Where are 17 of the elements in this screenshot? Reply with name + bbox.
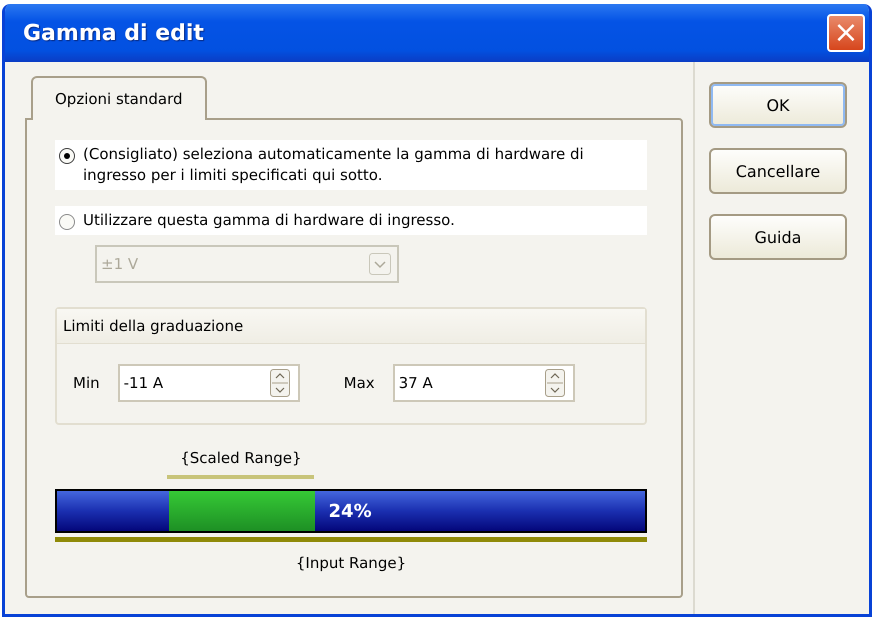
radio-button[interactable]	[59, 214, 75, 230]
dialog-button[interactable]: Cancellare	[709, 148, 847, 194]
percent-label: 24%	[328, 500, 372, 522]
spinner-arrows-icon[interactable]	[270, 369, 290, 397]
spin-field[interactable]: 37 A	[392, 364, 575, 402]
group-title: Limiti della graduazione	[57, 309, 645, 344]
window-title: Gamma di edit	[23, 20, 204, 46]
scaled-range-label: {Scaled Range}	[180, 448, 302, 469]
radio-button[interactable]	[59, 148, 75, 164]
field-label: Min	[73, 374, 100, 392]
tab[interactable]: Opzioni standard	[31, 76, 207, 120]
spin-field[interactable]: -11 A	[118, 364, 300, 402]
dialog-button[interactable]: Guida	[709, 214, 847, 260]
spinner-arrows-icon[interactable]	[544, 369, 565, 397]
input-range-label: {Input Range}	[296, 554, 406, 572]
field-label: Max	[344, 374, 375, 392]
dialog-button[interactable]: OK	[709, 82, 847, 128]
